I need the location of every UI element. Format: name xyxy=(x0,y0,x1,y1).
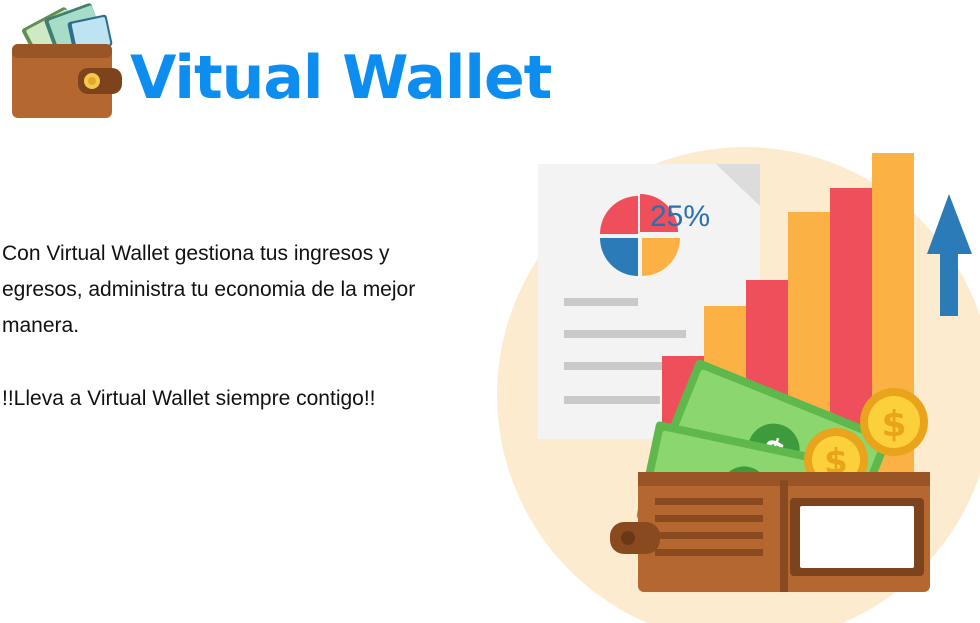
intro-description: Con Virtual Wallet gestiona tus ingresos… xyxy=(2,242,416,337)
hero-illustration: 25% $ $ $ xyxy=(497,147,980,623)
intro-tagline: !!Lleva a Virtual Wallet siempre contigo… xyxy=(2,387,376,410)
coin-symbol: $ xyxy=(881,404,906,445)
app-title: Vitual Wallet xyxy=(130,43,552,113)
wallet-logo-icon xyxy=(12,3,122,118)
percent-label: 25% xyxy=(650,200,710,233)
wallet-icon xyxy=(610,472,930,592)
coin-icon: $ xyxy=(860,388,928,456)
